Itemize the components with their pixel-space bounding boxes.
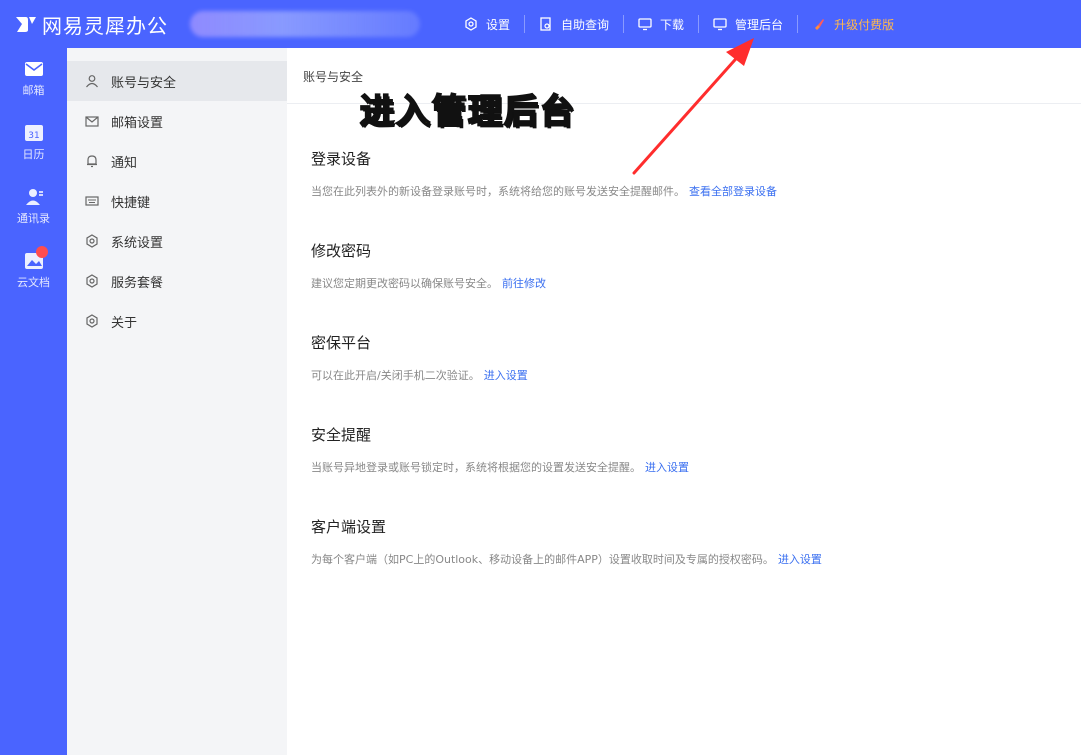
gear-icon <box>465 17 477 31</box>
section-title: 修改密码 <box>311 242 372 260</box>
sidebar-item-label: 关于 <box>111 315 138 331</box>
nav-admin-console-label: 管理后台 <box>735 17 784 32</box>
section-security-platform: 密保平台 可以在此开启/关闭手机二次验证。 进入设置 <box>311 332 528 383</box>
settings-sidebar: 账号与安全 邮箱设置 通知 快捷键 系统设置 服务套餐 关于 <box>67 48 287 755</box>
annotation-caption: 进入管理后台 <box>359 91 576 133</box>
sidebar-item-system-settings[interactable]: 系统设置 <box>67 221 287 261</box>
app-logo[interactable]: 网易灵犀办公 <box>14 10 168 39</box>
nav-download[interactable]: 下载 <box>624 15 700 33</box>
section-description: 当账号异地登录或账号锁定时，系统将根据您的设置发送安全提醒。 进入设置 <box>311 459 689 475</box>
section-description-text: 为每个客户端（如PC上的Outlook、移动设备上的邮件APP）设置收取时间及专… <box>311 553 774 566</box>
top-nav: 设置 自助查询 下载 管理后台 升级付费版 <box>450 0 908 48</box>
rail-item-cloud-docs[interactable]: 云文档 <box>0 246 67 290</box>
view-all-devices-link[interactable]: 查看全部登录设备 <box>689 185 777 198</box>
sidebar-item-label: 快捷键 <box>111 195 151 211</box>
gear-icon <box>86 234 98 248</box>
rail-item-contacts[interactable]: 通讯录 <box>0 188 67 226</box>
rail-item-calendar-label: 日历 <box>22 148 45 161</box>
sidebar-item-label: 邮箱设置 <box>111 115 164 131</box>
contacts-icon <box>25 189 43 205</box>
mail-icon <box>24 62 43 76</box>
sidebar-item-shortcuts[interactable]: 快捷键 <box>67 181 287 221</box>
security-alerts-link[interactable]: 进入设置 <box>645 461 689 474</box>
rail-item-contacts-label: 通讯录 <box>17 212 50 225</box>
section-description: 建议您定期更改密码以确保账号安全。 前往修改 <box>311 275 546 291</box>
keyboard-icon <box>85 196 99 206</box>
security-platform-link[interactable]: 进入设置 <box>484 369 528 382</box>
nav-download-label: 下载 <box>660 17 685 32</box>
section-change-password: 修改密码 建议您定期更改密码以确保账号安全。 前往修改 <box>311 240 546 291</box>
section-title: 安全提醒 <box>311 426 372 444</box>
logo-icon <box>16 17 36 32</box>
rail-item-mail[interactable]: 邮箱 <box>0 60 67 98</box>
sidebar-item-service-plans[interactable]: 服务套餐 <box>67 261 287 301</box>
mail-icon <box>85 116 99 127</box>
nav-self-service-label: 自助查询 <box>561 17 610 32</box>
notification-dot <box>36 246 48 258</box>
rail-item-mail-label: 邮箱 <box>22 84 45 97</box>
nav-admin-console[interactable]: 管理后台 <box>699 15 799 33</box>
section-description-text: 当您在此列表外的新设备登录账号时，系统将给您的账号发送安全提醒邮件。 <box>311 185 685 198</box>
section-client-settings: 客户端设置 为每个客户端（如PC上的Outlook、移动设备上的邮件APP）设置… <box>311 516 822 567</box>
calendar-date: 31 <box>28 131 39 141</box>
app-rail: 邮箱 31 日历 通讯录 云文档 <box>0 48 67 755</box>
section-description: 为每个客户端（如PC上的Outlook、移动设备上的邮件APP）设置收取时间及专… <box>311 551 822 567</box>
sidebar-item-label: 服务套餐 <box>111 275 164 291</box>
section-description: 当您在此列表外的新设备登录账号时，系统将给您的账号发送安全提醒邮件。 查看全部登录… <box>311 183 777 199</box>
nav-settings[interactable]: 设置 <box>450 15 526 33</box>
section-login-devices: 登录设备 当您在此列表外的新设备登录账号时，系统将给您的账号发送安全提醒邮件。查… <box>311 148 777 199</box>
section-security-alerts: 安全提醒 当账号异地登录或账号锁定时，系统将根据您的设置发送安全提醒。 进入设置 <box>311 424 689 475</box>
rocket-icon <box>815 19 825 30</box>
nav-settings-label: 设置 <box>486 17 511 32</box>
sidebar-item-about[interactable]: 关于 <box>67 301 287 341</box>
gear-icon <box>86 274 98 288</box>
user-icon <box>86 75 98 88</box>
section-description-text: 建议您定期更改密码以确保账号安全。 <box>311 277 498 290</box>
org-name-blurred <box>190 11 420 37</box>
change-password-link[interactable]: 前往修改 <box>502 277 546 290</box>
sidebar-item-notifications[interactable]: 通知 <box>67 141 287 181</box>
page-title: 账号与安全 <box>303 70 364 84</box>
rail-item-calendar[interactable]: 31 日历 <box>0 124 67 162</box>
client-settings-link[interactable]: 进入设置 <box>778 553 822 566</box>
app-title: 网易灵犀办公 <box>42 13 168 38</box>
monitor-icon <box>638 18 652 31</box>
sidebar-item-label: 系统设置 <box>111 235 164 251</box>
section-description-text: 可以在此开启/关闭手机二次验证。 <box>311 369 480 382</box>
section-title: 客户端设置 <box>311 518 387 536</box>
rail-item-cloud-docs-label: 云文档 <box>17 276 50 289</box>
nav-upgrade-label: 升级付费版 <box>834 17 895 32</box>
sidebar-item-mail-settings[interactable]: 邮箱设置 <box>67 101 287 141</box>
nav-upgrade[interactable]: 升级付费版 <box>798 15 908 33</box>
gear-icon <box>86 314 98 328</box>
monitor-icon <box>713 18 727 31</box>
nav-self-service[interactable]: 自助查询 <box>525 15 625 33</box>
section-description-text: 当账号异地登录或账号锁定时，系统将根据您的设置发送安全提醒。 <box>311 461 641 474</box>
top-bar: 网易灵犀办公 设置 自助查询 下载 管理后台 升级付费版 <box>0 0 1081 48</box>
sidebar-item-account-security[interactable]: 账号与安全 <box>67 61 287 101</box>
section-description: 可以在此开启/关闭手机二次验证。 进入设置 <box>311 367 528 383</box>
document-search-icon <box>540 17 551 31</box>
sidebar-item-label: 账号与安全 <box>111 75 177 91</box>
sidebar-item-label: 通知 <box>111 155 138 171</box>
section-title: 密保平台 <box>311 334 372 352</box>
calendar-icon: 31 <box>24 125 43 141</box>
bell-icon <box>87 155 97 168</box>
section-title: 登录设备 <box>311 150 372 168</box>
main-content: 账号与安全 登录设备 当您在此列表外的新设备登录账号时，系统将给您的账号发送安全… <box>287 48 1081 755</box>
